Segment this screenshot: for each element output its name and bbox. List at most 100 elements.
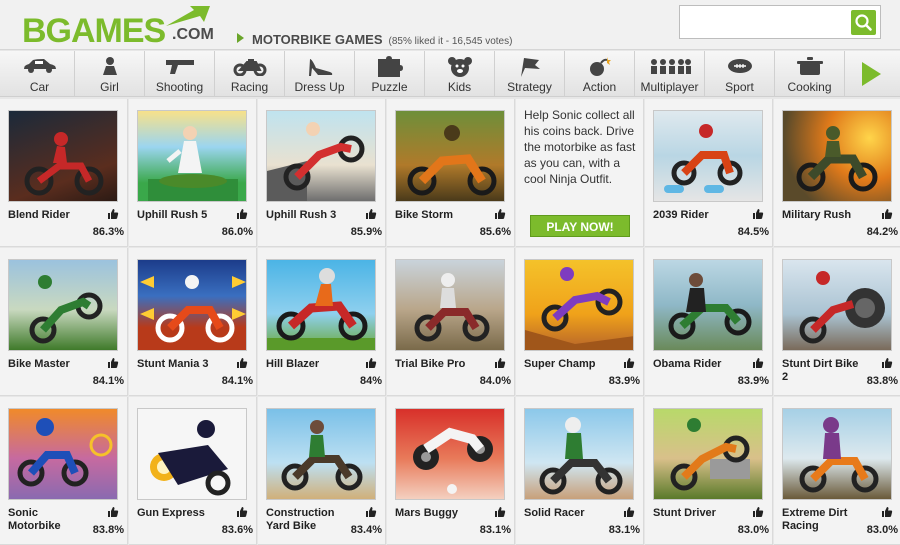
nav-action[interactable]: Action [565, 51, 635, 97]
bgames-logo[interactable]: BGAMES .COM [22, 4, 227, 50]
game-thumbnail[interactable] [266, 408, 376, 500]
search-button[interactable] [851, 10, 876, 35]
game-title[interactable]: 2039 Rider [653, 209, 733, 222]
game-tile[interactable]: Gun Express 83.6% [129, 397, 257, 545]
game-title[interactable]: Super Champ [524, 358, 604, 371]
game-thumbnail[interactable] [137, 110, 247, 202]
game-title[interactable]: Gun Express [137, 507, 217, 520]
nav-puzzle[interactable]: Puzzle [355, 51, 425, 97]
nav-kids[interactable]: Kids [425, 51, 495, 97]
game-tile[interactable]: Stunt Driver 83.0% [645, 397, 773, 545]
game-tile[interactable]: 2039 Rider 84.5% [645, 99, 773, 247]
game-thumbnail[interactable] [8, 408, 118, 500]
game-title[interactable]: Hill Blazer [266, 358, 346, 371]
game-title[interactable]: Stunt Dirt Bike 2 [782, 358, 862, 384]
game-thumbnail[interactable] [395, 259, 505, 351]
game-thumbnail[interactable] [266, 110, 376, 202]
game-title[interactable]: Blend Rider [8, 209, 88, 222]
game-thumbnail[interactable] [524, 408, 634, 500]
game-tile[interactable]: Stunt Mania 3 84.1% [129, 248, 257, 396]
bomb-icon [589, 57, 611, 76]
game-thumbnail[interactable] [8, 110, 118, 202]
game-thumbnail[interactable] [137, 259, 247, 351]
nav-label: Car [29, 80, 50, 94]
game-tile[interactable]: Uphill Rush 3 85.9% [258, 99, 386, 247]
rating-stats: (85% liked it - 16,545 votes) [388, 36, 513, 47]
game-title[interactable]: Military Rush [782, 209, 862, 222]
game-thumbnail[interactable] [653, 259, 763, 351]
game-thumbnail[interactable] [782, 408, 892, 500]
motorbike-icon [233, 59, 266, 76]
thumbs-up-icon [237, 358, 248, 368]
game-thumbnail[interactable] [395, 408, 505, 500]
game-tile[interactable]: Extreme Dirt Racing 83.0% [774, 397, 900, 545]
nav-next-button[interactable] [845, 51, 897, 97]
game-tile[interactable]: Stunt Dirt Bike 2 83.8% [774, 248, 900, 396]
game-thumbnail[interactable] [266, 259, 376, 351]
game-thumbnail[interactable] [782, 110, 892, 202]
nav-label: Multiplayer [640, 80, 699, 94]
game-title[interactable]: Uphill Rush 5 [137, 209, 217, 222]
game-tile[interactable]: Blend Rider 86.3% [0, 99, 128, 247]
nav-strategy[interactable]: Strategy [495, 51, 565, 97]
rating-percent: 85.6% [479, 226, 511, 238]
game-tile[interactable]: Uphill Rush 5 86.0% [129, 99, 257, 247]
game-title[interactable]: Uphill Rush 3 [266, 209, 346, 222]
game-title[interactable]: Stunt Driver [653, 507, 733, 520]
game-tile[interactable]: Military Rush 84.2% [774, 99, 900, 247]
thumbs-up-icon [753, 209, 764, 219]
nav-racing[interactable]: Racing [215, 51, 285, 97]
game-thumbnail[interactable] [8, 259, 118, 351]
thumbs-up-icon [753, 507, 764, 517]
search-input[interactable] [685, 10, 845, 34]
play-now-button[interactable]: PLAY NOW! [530, 215, 630, 237]
game-title[interactable]: Stunt Mania 3 [137, 358, 217, 371]
car-icon [23, 59, 56, 73]
game-thumbnail[interactable] [782, 259, 892, 351]
likes-indicator [97, 356, 125, 374]
logo-arrow-icon [166, 6, 210, 26]
nav-multiplayer[interactable]: Multiplayer [635, 51, 705, 97]
game-tile[interactable]: Hill Blazer 84% [258, 248, 386, 396]
game-title[interactable]: Extreme Dirt Racing [782, 507, 862, 533]
game-tile[interactable]: Obama Rider 83.9% [645, 248, 773, 396]
game-title[interactable]: Bike Master [8, 358, 88, 371]
game-title[interactable]: Trial Bike Pro [395, 358, 475, 371]
game-tile[interactable]: Super Champ 83.9% [516, 248, 644, 396]
gun-icon [165, 60, 194, 74]
site-header: BGAMES .COM MOTORBIKE GAMES (85% liked i… [0, 0, 900, 50]
thumbs-up-icon [237, 507, 248, 517]
game-thumbnail[interactable] [524, 259, 634, 351]
nav-girl[interactable]: Girl [75, 51, 145, 97]
game-tile[interactable]: Bike Storm 85.6% [387, 99, 515, 247]
game-tile[interactable]: Solid Racer 83.1% [516, 397, 644, 545]
game-title[interactable]: Construction Yard Bike [266, 507, 346, 533]
game-title[interactable]: Sonic Motorbike [8, 507, 88, 533]
game-thumbnail[interactable] [653, 408, 763, 500]
game-tile[interactable]: Trial Bike Pro 84.0% [387, 248, 515, 396]
nav-label: Puzzle [371, 80, 408, 94]
nav-sport[interactable]: Sport [705, 51, 775, 97]
play-arrow-icon [862, 62, 881, 86]
game-title[interactable]: Solid Racer [524, 507, 604, 520]
game-thumbnail[interactable] [137, 408, 247, 500]
rating-percent: 83.1% [608, 524, 640, 536]
game-title[interactable]: Mars Buggy [395, 507, 475, 520]
rating-percent: 86.0% [221, 226, 253, 238]
game-tile[interactable]: Construction Yard Bike 83.4% [258, 397, 386, 545]
game-tile[interactable]: Mars Buggy 83.1% [387, 397, 515, 545]
thumbs-up-icon [495, 358, 506, 368]
nav-car[interactable]: Car [5, 51, 75, 97]
game-thumbnail[interactable] [653, 110, 763, 202]
likes-indicator [355, 505, 383, 523]
game-title[interactable]: Bike Storm [395, 209, 475, 222]
game-thumbnail[interactable] [395, 110, 505, 202]
nav-shooting[interactable]: Shooting [145, 51, 215, 97]
game-tile[interactable]: Bike Master 84.1% [0, 248, 128, 396]
likes-indicator [226, 207, 254, 225]
game-tile[interactable]: Sonic Motorbike 83.8% [0, 397, 128, 545]
nav-cooking[interactable]: Cooking [775, 51, 845, 97]
rating-percent: 84.2% [866, 226, 898, 238]
game-title[interactable]: Obama Rider [653, 358, 733, 371]
nav-dress-up[interactable]: Dress Up [285, 51, 355, 97]
